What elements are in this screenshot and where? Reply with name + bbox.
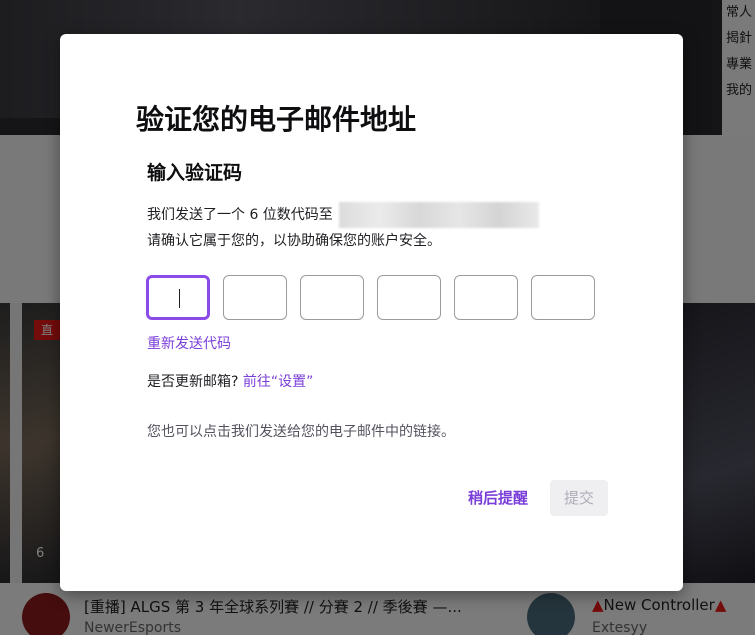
go-to-settings-link[interactable]: 前往“设置” [243,374,314,390]
code-digit-input-5[interactable] [454,275,518,320]
update-email-row: 是否更新邮箱? 前往“设置” [147,371,313,391]
text-caret [179,289,180,308]
code-digit-input-1[interactable] [146,275,210,320]
submit-button[interactable]: 提交 [550,480,608,516]
section-title: 输入验证码 [147,162,243,184]
code-digit-input-2[interactable] [223,275,287,320]
redacted-email [338,202,539,228]
email-link-note: 您也可以点击我们发送给您的电子邮件中的链接。 [147,424,455,440]
code-digit-input-6[interactable] [531,275,595,320]
code-digit-input-3[interactable] [300,275,364,320]
code-digit-input-4[interactable] [377,275,441,320]
description-line-2: 请确认它属于您的，以协助确保您的账户安全。 [147,233,441,249]
verification-code-input [146,275,595,320]
description-line-1: 我们发送了一个 6 位数代码至 [147,202,539,228]
resend-code-link[interactable]: 重新发送代码 [147,333,231,353]
remind-later-button[interactable]: 稍后提醒 [461,480,535,516]
dialog-description: 我们发送了一个 6 位数代码至 请确认它属于您的，以协助确保您的账户安全。 [147,202,539,254]
verify-email-dialog: 验证您的电子邮件地址 输入验证码 我们发送了一个 6 位数代码至 请确认它属于您… [60,34,683,591]
dialog-title: 验证您的电子邮件地址 [136,103,417,136]
description-text: 我们发送了一个 6 位数代码至 [147,207,333,223]
update-email-question: 是否更新邮箱? [147,374,239,390]
